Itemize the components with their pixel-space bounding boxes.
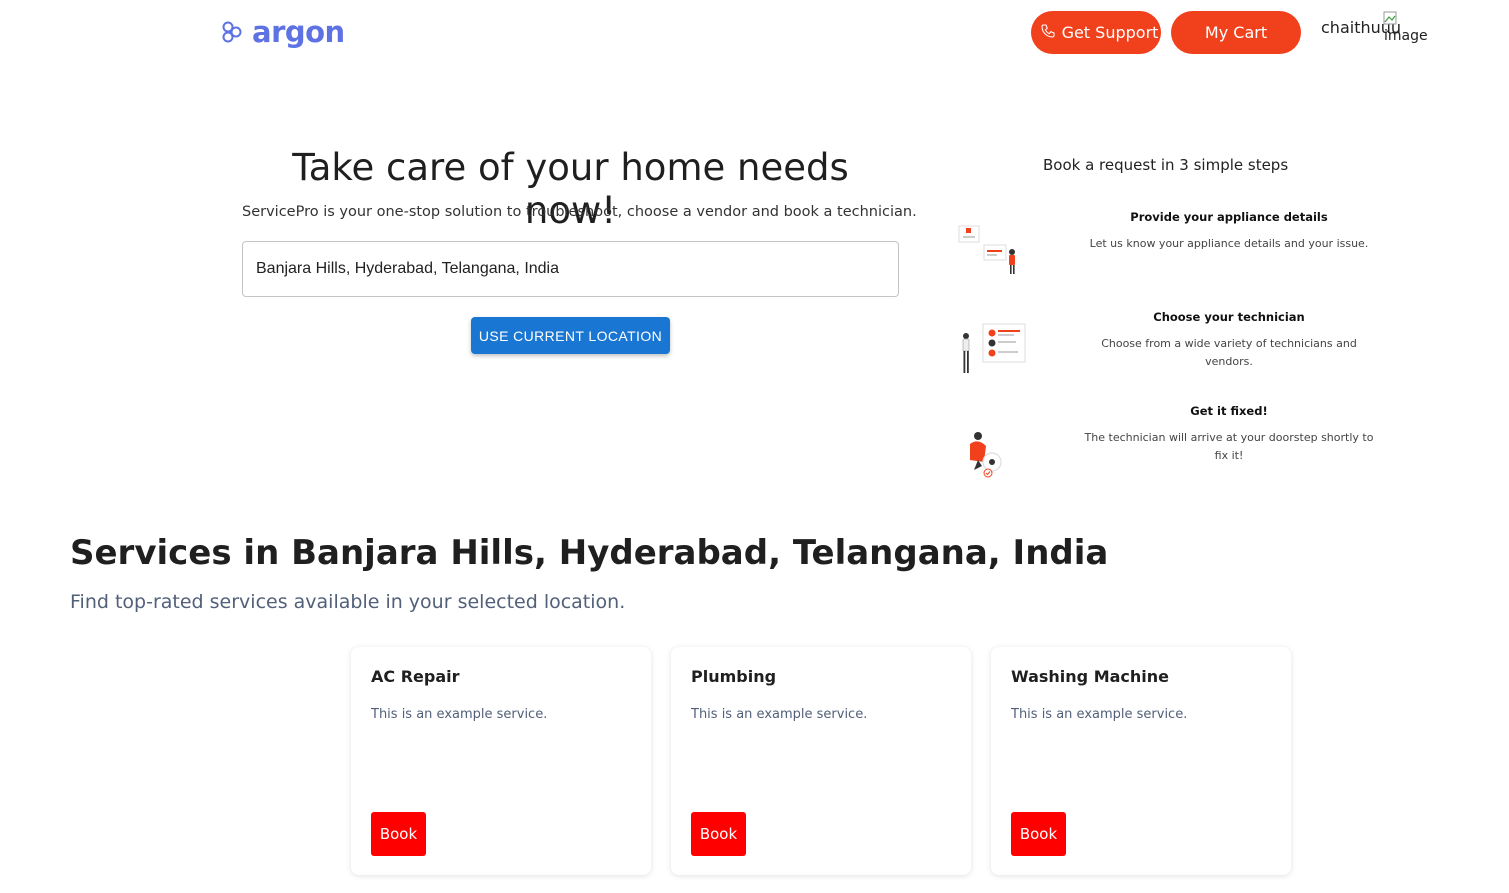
step-3: Get it fixed! The technician will arrive…: [1079, 404, 1379, 465]
brand-name: argon: [252, 15, 345, 49]
step-3-description: The technician will arrive at your doors…: [1084, 431, 1374, 462]
step-1-heading: Provide your appliance details: [1130, 210, 1328, 224]
service-card: AC Repair This is an example service. Bo…: [351, 647, 651, 875]
get-it-fixed-illustration: [956, 422, 1028, 482]
book-button[interactable]: Book: [371, 812, 426, 856]
avatar[interactable]: image: [1382, 10, 1428, 46]
service-name: Plumbing: [691, 667, 777, 686]
service-name: Washing Machine: [1011, 667, 1170, 686]
services-title: Services in Banjara Hills, Hyderabad, Te…: [70, 533, 1109, 573]
step-2-heading: Choose your technician: [1153, 310, 1305, 324]
hero-subtitle: ServicePro is your one-stop solution to …: [242, 204, 917, 220]
services-subtitle: Find top-rated services available in you…: [70, 591, 626, 613]
service-description: This is an example service.: [371, 707, 548, 722]
get-support-label: Get Support: [1061, 23, 1159, 42]
steps-title: Book a request in 3 simple steps: [1043, 156, 1289, 174]
step-2: Choose your technician Choose from a wid…: [1079, 310, 1379, 371]
avatar-alt-text: image: [1384, 28, 1428, 44]
service-description: This is an example service.: [1011, 707, 1188, 722]
step-1: Provide your appliance details Let us kn…: [1079, 210, 1379, 253]
step-1-description: Let us know your appliance details and y…: [1089, 237, 1369, 250]
broken-image-icon: [1383, 11, 1397, 25]
get-support-button[interactable]: Get Support: [1031, 11, 1161, 54]
location-input[interactable]: [242, 241, 899, 297]
brand-logo[interactable]: argon: [220, 14, 345, 50]
phone-icon: [1040, 23, 1056, 43]
service-name: AC Repair: [371, 667, 460, 686]
my-cart-button[interactable]: My Cart: [1171, 11, 1301, 54]
service-description: This is an example service.: [691, 707, 868, 722]
hexagon-logo-icon: [220, 20, 244, 44]
service-card: Washing Machine This is an example servi…: [991, 647, 1291, 875]
choose-technician-illustration: [956, 320, 1028, 380]
appliance-details-illustration: [956, 220, 1028, 280]
book-button[interactable]: Book: [1011, 812, 1066, 856]
step-3-heading: Get it fixed!: [1190, 404, 1268, 418]
use-current-location-button[interactable]: USE CURRENT LOCATION: [471, 317, 670, 354]
step-2-description: Choose from a wide variety of technician…: [1101, 337, 1357, 368]
book-button[interactable]: Book: [691, 812, 746, 856]
service-card: Plumbing This is an example service. Boo…: [671, 647, 971, 875]
